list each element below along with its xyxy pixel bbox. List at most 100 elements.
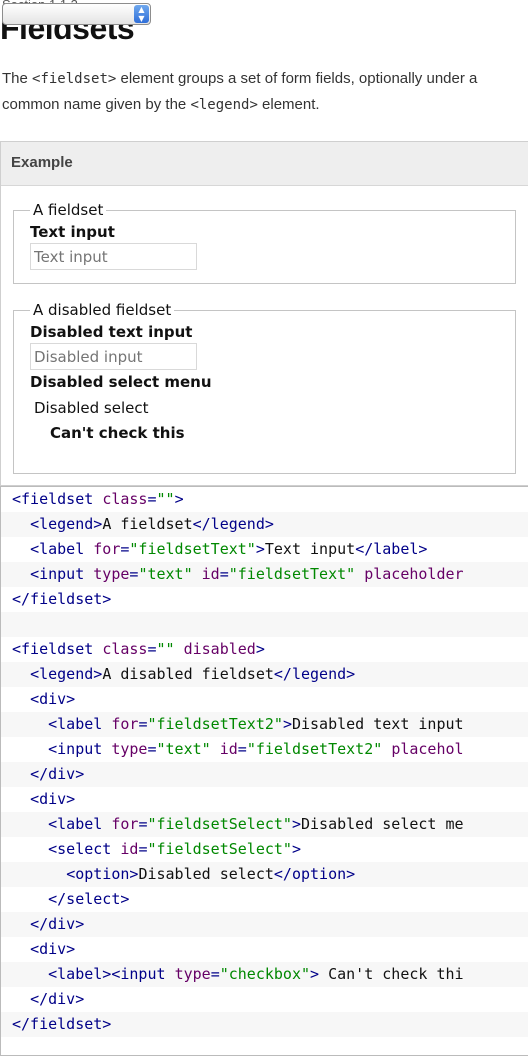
intro-paragraph: The <fieldset> element groups a set of f… (2, 66, 522, 118)
code-token: "" (156, 490, 175, 508)
code-token: <div> (30, 940, 76, 958)
code-token: </label> (355, 540, 428, 558)
code-token: <select (48, 840, 121, 858)
code-line: </fieldset> (1, 1012, 528, 1037)
code-line: <div> (1, 937, 528, 962)
code-line: </div> (1, 987, 528, 1012)
code-token: class (102, 640, 148, 658)
code-line: </fieldset> (1, 587, 528, 612)
code-token: "text" (156, 740, 211, 758)
code-token: > (255, 640, 265, 658)
code-token: </legend> (273, 665, 356, 683)
code-line: <label for="fieldsetText2">Disabled text… (1, 712, 528, 737)
code-token: A disabled fieldset (102, 665, 274, 683)
code-line: <legend>A disabled fieldset</legend> (1, 662, 528, 687)
disabled-select-label: Disabled select menu (30, 373, 212, 391)
code-line (1, 612, 528, 637)
code-token: placehol (391, 740, 464, 758)
code-line: <div> (1, 687, 528, 712)
code-token: = (210, 965, 220, 983)
code-token: > (291, 815, 301, 833)
code-line: <fieldset class=""> (1, 487, 528, 512)
code-line: </select> (1, 887, 528, 912)
code-token: <fieldset (12, 490, 103, 508)
code-token: Disabled select (138, 865, 274, 883)
code-token: "checkbox" (219, 965, 311, 983)
code-token: class (102, 490, 148, 508)
code-token: </div> (30, 990, 85, 1008)
code-token: <label (30, 540, 94, 558)
code-token: = (147, 740, 157, 758)
code-token: > (310, 965, 320, 983)
fieldset-basic: A fieldset Text input (13, 201, 516, 284)
code-token: for (93, 540, 121, 558)
code-token: Disabled select me (301, 815, 464, 833)
code-token: "text" (138, 565, 193, 583)
code-token: = (147, 640, 157, 658)
code-line: <label><input type="checkbox"> Can't che… (1, 962, 528, 987)
disabled-select: Disabled select (34, 399, 149, 417)
code-token: "fieldsetSelect" (147, 815, 292, 833)
code-token: "fieldsetText" (129, 540, 256, 558)
code-token: <div> (30, 690, 76, 708)
code-token: <input (30, 565, 94, 583)
code-line: <label for="fieldsetSelect">Disabled sel… (1, 812, 528, 837)
example-panel: Example A fieldset Text input A disabled… (0, 141, 528, 486)
code-token: for (111, 815, 139, 833)
code-token: > (255, 540, 265, 558)
code-token: <input (48, 740, 112, 758)
intro-text-1: The (2, 70, 33, 87)
text-input[interactable] (30, 243, 197, 270)
code-token: <legend> (30, 665, 103, 683)
code-token: > (174, 490, 184, 508)
select-arrows-icon: ▲ ▼ (134, 5, 149, 23)
disabled-checkbox-label: Can't check this (50, 424, 185, 442)
code-line: <option>Disabled select</option> (1, 862, 528, 887)
text-input-label: Text input (30, 223, 115, 241)
code-token: <label><input (48, 965, 175, 983)
disabled-text-input (30, 343, 197, 370)
code-token: <option> (66, 865, 139, 883)
example-header: Example (1, 142, 528, 186)
code-token: disabled (183, 640, 256, 658)
section-select[interactable]: ▲ ▼ (2, 3, 151, 25)
code-token: placeholder (364, 565, 464, 583)
code-token: type (93, 565, 130, 583)
fieldset-disabled: A disabled fieldset Disabled text input … (13, 301, 516, 474)
code-token: </fieldset> (12, 590, 112, 608)
code-line: <input type="text" id="fieldsetText2" pl… (1, 737, 528, 762)
code-line: </div> (1, 912, 528, 937)
code-token: "" (156, 640, 175, 658)
code-token: <fieldset (12, 640, 103, 658)
code-token: type (111, 740, 148, 758)
code-token: </fieldset> (12, 1015, 112, 1033)
code-line: <select id="fieldsetSelect"> (1, 837, 528, 862)
code-token: <div> (30, 790, 76, 808)
code-token: > (291, 840, 301, 858)
code-token: = (237, 740, 247, 758)
code-token: id (201, 565, 220, 583)
code-token: = (147, 490, 157, 508)
intro-text-3: element. (257, 96, 320, 113)
code-token: </div> (30, 915, 85, 933)
intro-code-fieldset: <fieldset> (32, 71, 117, 87)
